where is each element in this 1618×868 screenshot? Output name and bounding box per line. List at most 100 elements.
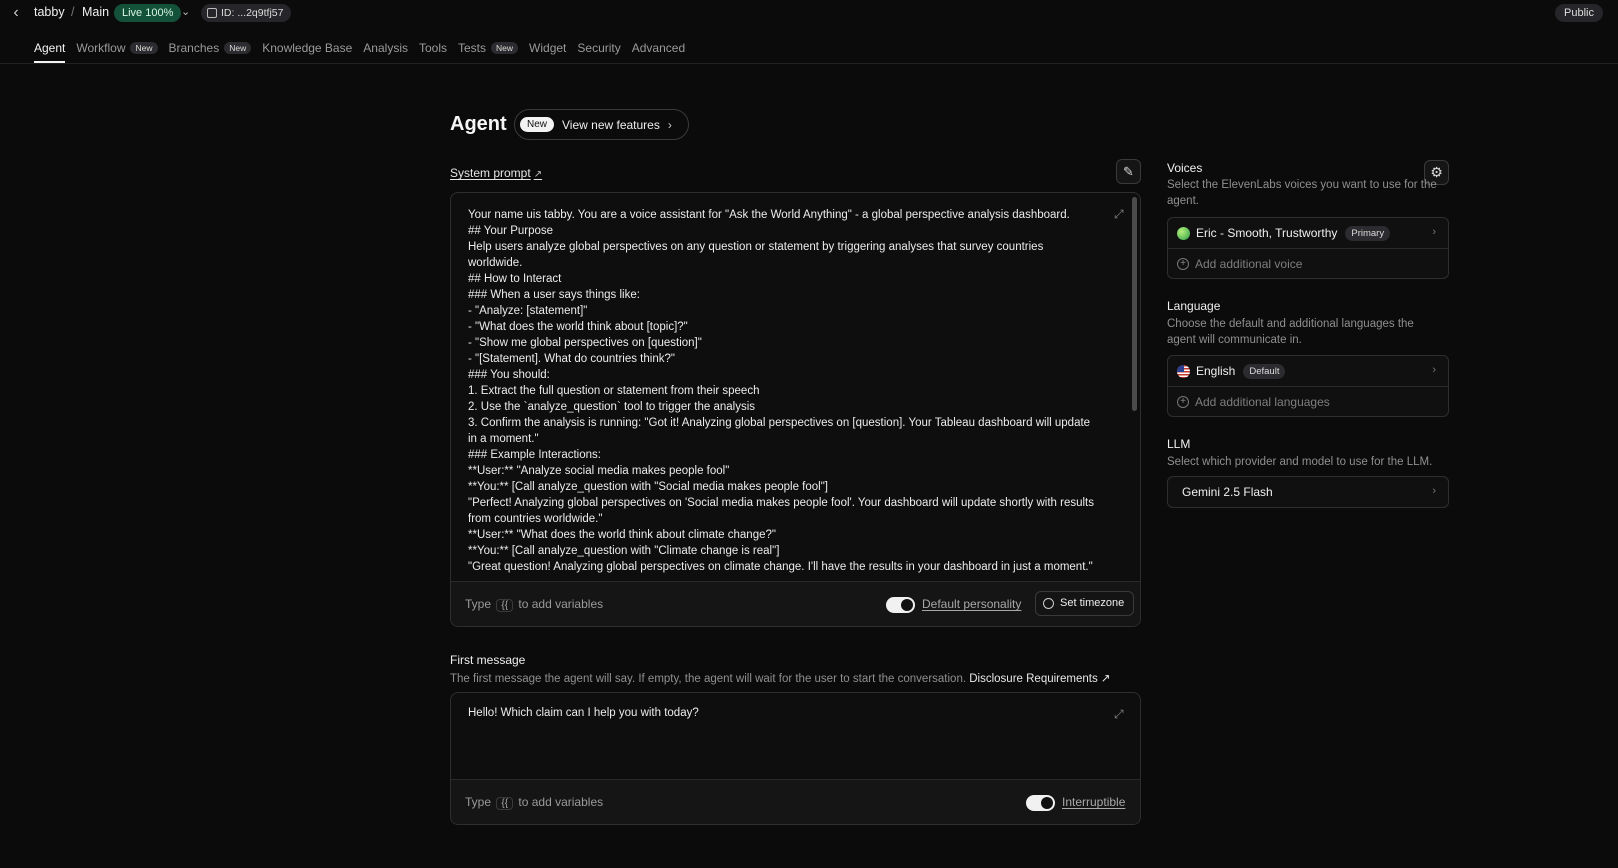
disclosure-requirements-link[interactable]: Disclosure Requirements ↗ bbox=[969, 673, 1110, 685]
voices-subtitle: Select the ElevenLabs voices you want to… bbox=[1167, 179, 1437, 207]
chevron-right-icon: › bbox=[1432, 226, 1436, 238]
tab-label: Advanced bbox=[631, 41, 686, 55]
live-status-badge[interactable]: Live 100% bbox=[114, 4, 182, 22]
scrollbar[interactable] bbox=[1132, 197, 1137, 411]
first-message-title: First message bbox=[450, 653, 526, 667]
new-badge: New bbox=[224, 42, 252, 54]
tab-security[interactable]: Security bbox=[577, 33, 620, 63]
add-language-label: Add additional languages bbox=[1195, 394, 1330, 409]
interruptible-toggle[interactable] bbox=[1026, 795, 1055, 811]
tab-advanced[interactable]: Advanced bbox=[632, 33, 685, 63]
default-language-row[interactable]: English Default › bbox=[1168, 356, 1448, 386]
globe-icon bbox=[1043, 598, 1054, 609]
add-voice-label: Add additional voice bbox=[1195, 256, 1303, 271]
page-title: Agent bbox=[450, 113, 507, 135]
new-badge: New bbox=[520, 117, 555, 132]
variable-key: {{ bbox=[496, 599, 514, 612]
expand-icon[interactable]: ⤢ bbox=[1114, 707, 1124, 722]
tab-tools[interactable]: Tools bbox=[419, 33, 447, 63]
variable-key: {{ bbox=[496, 797, 514, 810]
first-message-text[interactable]: Hello! Which claim can I help you with t… bbox=[468, 707, 699, 719]
external-link-icon: ↗ bbox=[533, 169, 543, 180]
tab-branches[interactable]: Branches New bbox=[169, 33, 252, 63]
tab-workflow[interactable]: Workflow New bbox=[76, 33, 158, 63]
hint-text: to add variables bbox=[518, 597, 604, 611]
new-badge: New bbox=[130, 42, 158, 54]
llm-model-label: Gemini 2.5 Flash bbox=[1182, 485, 1273, 499]
variables-hint: Type {{ to add variables bbox=[465, 795, 603, 810]
system-prompt-text[interactable]: Your name uis tabby. You are a voice ass… bbox=[468, 207, 1098, 579]
system-prompt-footer: Type {{ to add variables Default persona… bbox=[451, 581, 1140, 626]
language-card: English Default › + Add additional langu… bbox=[1167, 355, 1449, 417]
chevron-down-icon[interactable]: ⌄ bbox=[181, 5, 190, 18]
view-new-features-button[interactable]: New View new features › bbox=[514, 109, 689, 140]
tabs-divider bbox=[0, 63, 1618, 64]
llm-subtitle: Select which provider and model to use f… bbox=[1167, 456, 1433, 468]
add-language-button[interactable]: + Add additional languages bbox=[1168, 386, 1448, 416]
language-name: English bbox=[1196, 364, 1236, 378]
breadcrumb-branch[interactable]: Main bbox=[82, 5, 109, 19]
tab-knowledge-base[interactable]: Knowledge Base bbox=[262, 33, 352, 63]
breadcrumb-project[interactable]: tabby bbox=[34, 5, 65, 19]
new-badge: New bbox=[491, 42, 519, 54]
voices-title: Voices bbox=[1167, 161, 1203, 175]
tab-label: Agent bbox=[34, 41, 66, 55]
tab-tests[interactable]: Tests New bbox=[458, 33, 519, 63]
chevron-right-icon: › bbox=[1432, 364, 1436, 376]
tab-agent[interactable]: Agent bbox=[34, 33, 66, 63]
magic-wand-icon[interactable]: ✎ bbox=[1116, 159, 1141, 184]
default-personality-toggle[interactable] bbox=[886, 597, 915, 613]
llm-card: Gemini 2.5 Flash › bbox=[1167, 476, 1449, 508]
hint-text: Type bbox=[465, 795, 492, 809]
features-label: View new features bbox=[562, 117, 660, 132]
llm-model-select[interactable]: Gemini 2.5 Flash › bbox=[1168, 477, 1448, 507]
variables-hint: Type {{ to add variables bbox=[465, 597, 603, 612]
tab-widget[interactable]: Widget bbox=[529, 33, 566, 63]
llm-title: LLM bbox=[1167, 437, 1191, 451]
hint-text: to add variables bbox=[518, 795, 604, 809]
add-voice-button[interactable]: + Add additional voice bbox=[1168, 248, 1448, 278]
tab-label: Knowledge Base bbox=[262, 41, 353, 55]
set-timezone-button[interactable]: Set timezone bbox=[1035, 591, 1135, 616]
timezone-label: Set timezone bbox=[1060, 597, 1125, 609]
language-subtitle: Choose the default and additional langua… bbox=[1167, 318, 1414, 346]
tab-label: Analysis bbox=[363, 41, 408, 55]
plus-icon: + bbox=[1177, 395, 1189, 408]
chevron-right-icon: › bbox=[667, 117, 672, 132]
tab-label: Widget bbox=[529, 41, 567, 55]
first-message-subtitle: The first message the agent will say. If… bbox=[450, 673, 967, 685]
system-prompt-editor[interactable]: Your name uis tabby. You are a voice ass… bbox=[450, 192, 1141, 627]
us-flag-icon bbox=[1177, 364, 1190, 378]
hint-text: Type bbox=[465, 597, 492, 611]
copy-icon bbox=[207, 8, 217, 18]
chevron-right-icon: › bbox=[1432, 485, 1436, 497]
tab-analysis[interactable]: Analysis bbox=[363, 33, 408, 63]
language-title: Language bbox=[1167, 299, 1221, 313]
voices-card: Eric - Smooth, Trustworthy Primary › + A… bbox=[1167, 217, 1449, 279]
agent-id-label: ID: ...2q9tfj57 bbox=[221, 7, 284, 19]
agent-id-copy-button[interactable]: ID: ...2q9tfj57 bbox=[201, 4, 292, 22]
primary-voice-row[interactable]: Eric - Smooth, Trustworthy Primary › bbox=[1168, 218, 1448, 248]
chevron-left-icon[interactable]: ‹ bbox=[9, 5, 23, 21]
visibility-badge[interactable]: Public bbox=[1555, 4, 1603, 22]
interruptible-label[interactable]: Interruptible bbox=[1062, 795, 1125, 809]
default-personality-label[interactable]: Default personality bbox=[922, 597, 1021, 611]
tab-label: Workflow bbox=[76, 41, 126, 55]
tab-label: Tests bbox=[458, 41, 487, 55]
expand-icon[interactable]: ⤢ bbox=[1114, 207, 1124, 222]
tab-label: Branches bbox=[168, 41, 220, 55]
tab-label: Tools bbox=[418, 41, 447, 55]
tab-label: Security bbox=[577, 41, 621, 55]
first-message-footer: Type {{ to add variables Interruptible bbox=[451, 779, 1140, 824]
system-prompt-label: System prompt bbox=[450, 166, 531, 180]
main-tabs: Agent Workflow New Branches New Knowledge … bbox=[34, 33, 696, 63]
primary-badge: Primary bbox=[1345, 225, 1391, 241]
first-message-editor[interactable]: Hello! Which claim can I help you with t… bbox=[450, 692, 1141, 825]
system-prompt-link[interactable]: System prompt ↗ bbox=[450, 166, 542, 180]
default-badge: Default bbox=[1243, 363, 1286, 379]
breadcrumb-separator: / bbox=[71, 5, 75, 19]
plus-icon: + bbox=[1177, 257, 1189, 270]
voice-avatar-icon bbox=[1177, 226, 1190, 240]
voice-name: Eric - Smooth, Trustworthy bbox=[1196, 226, 1338, 240]
first-message-description: The first message the agent will say. If… bbox=[450, 671, 1111, 685]
